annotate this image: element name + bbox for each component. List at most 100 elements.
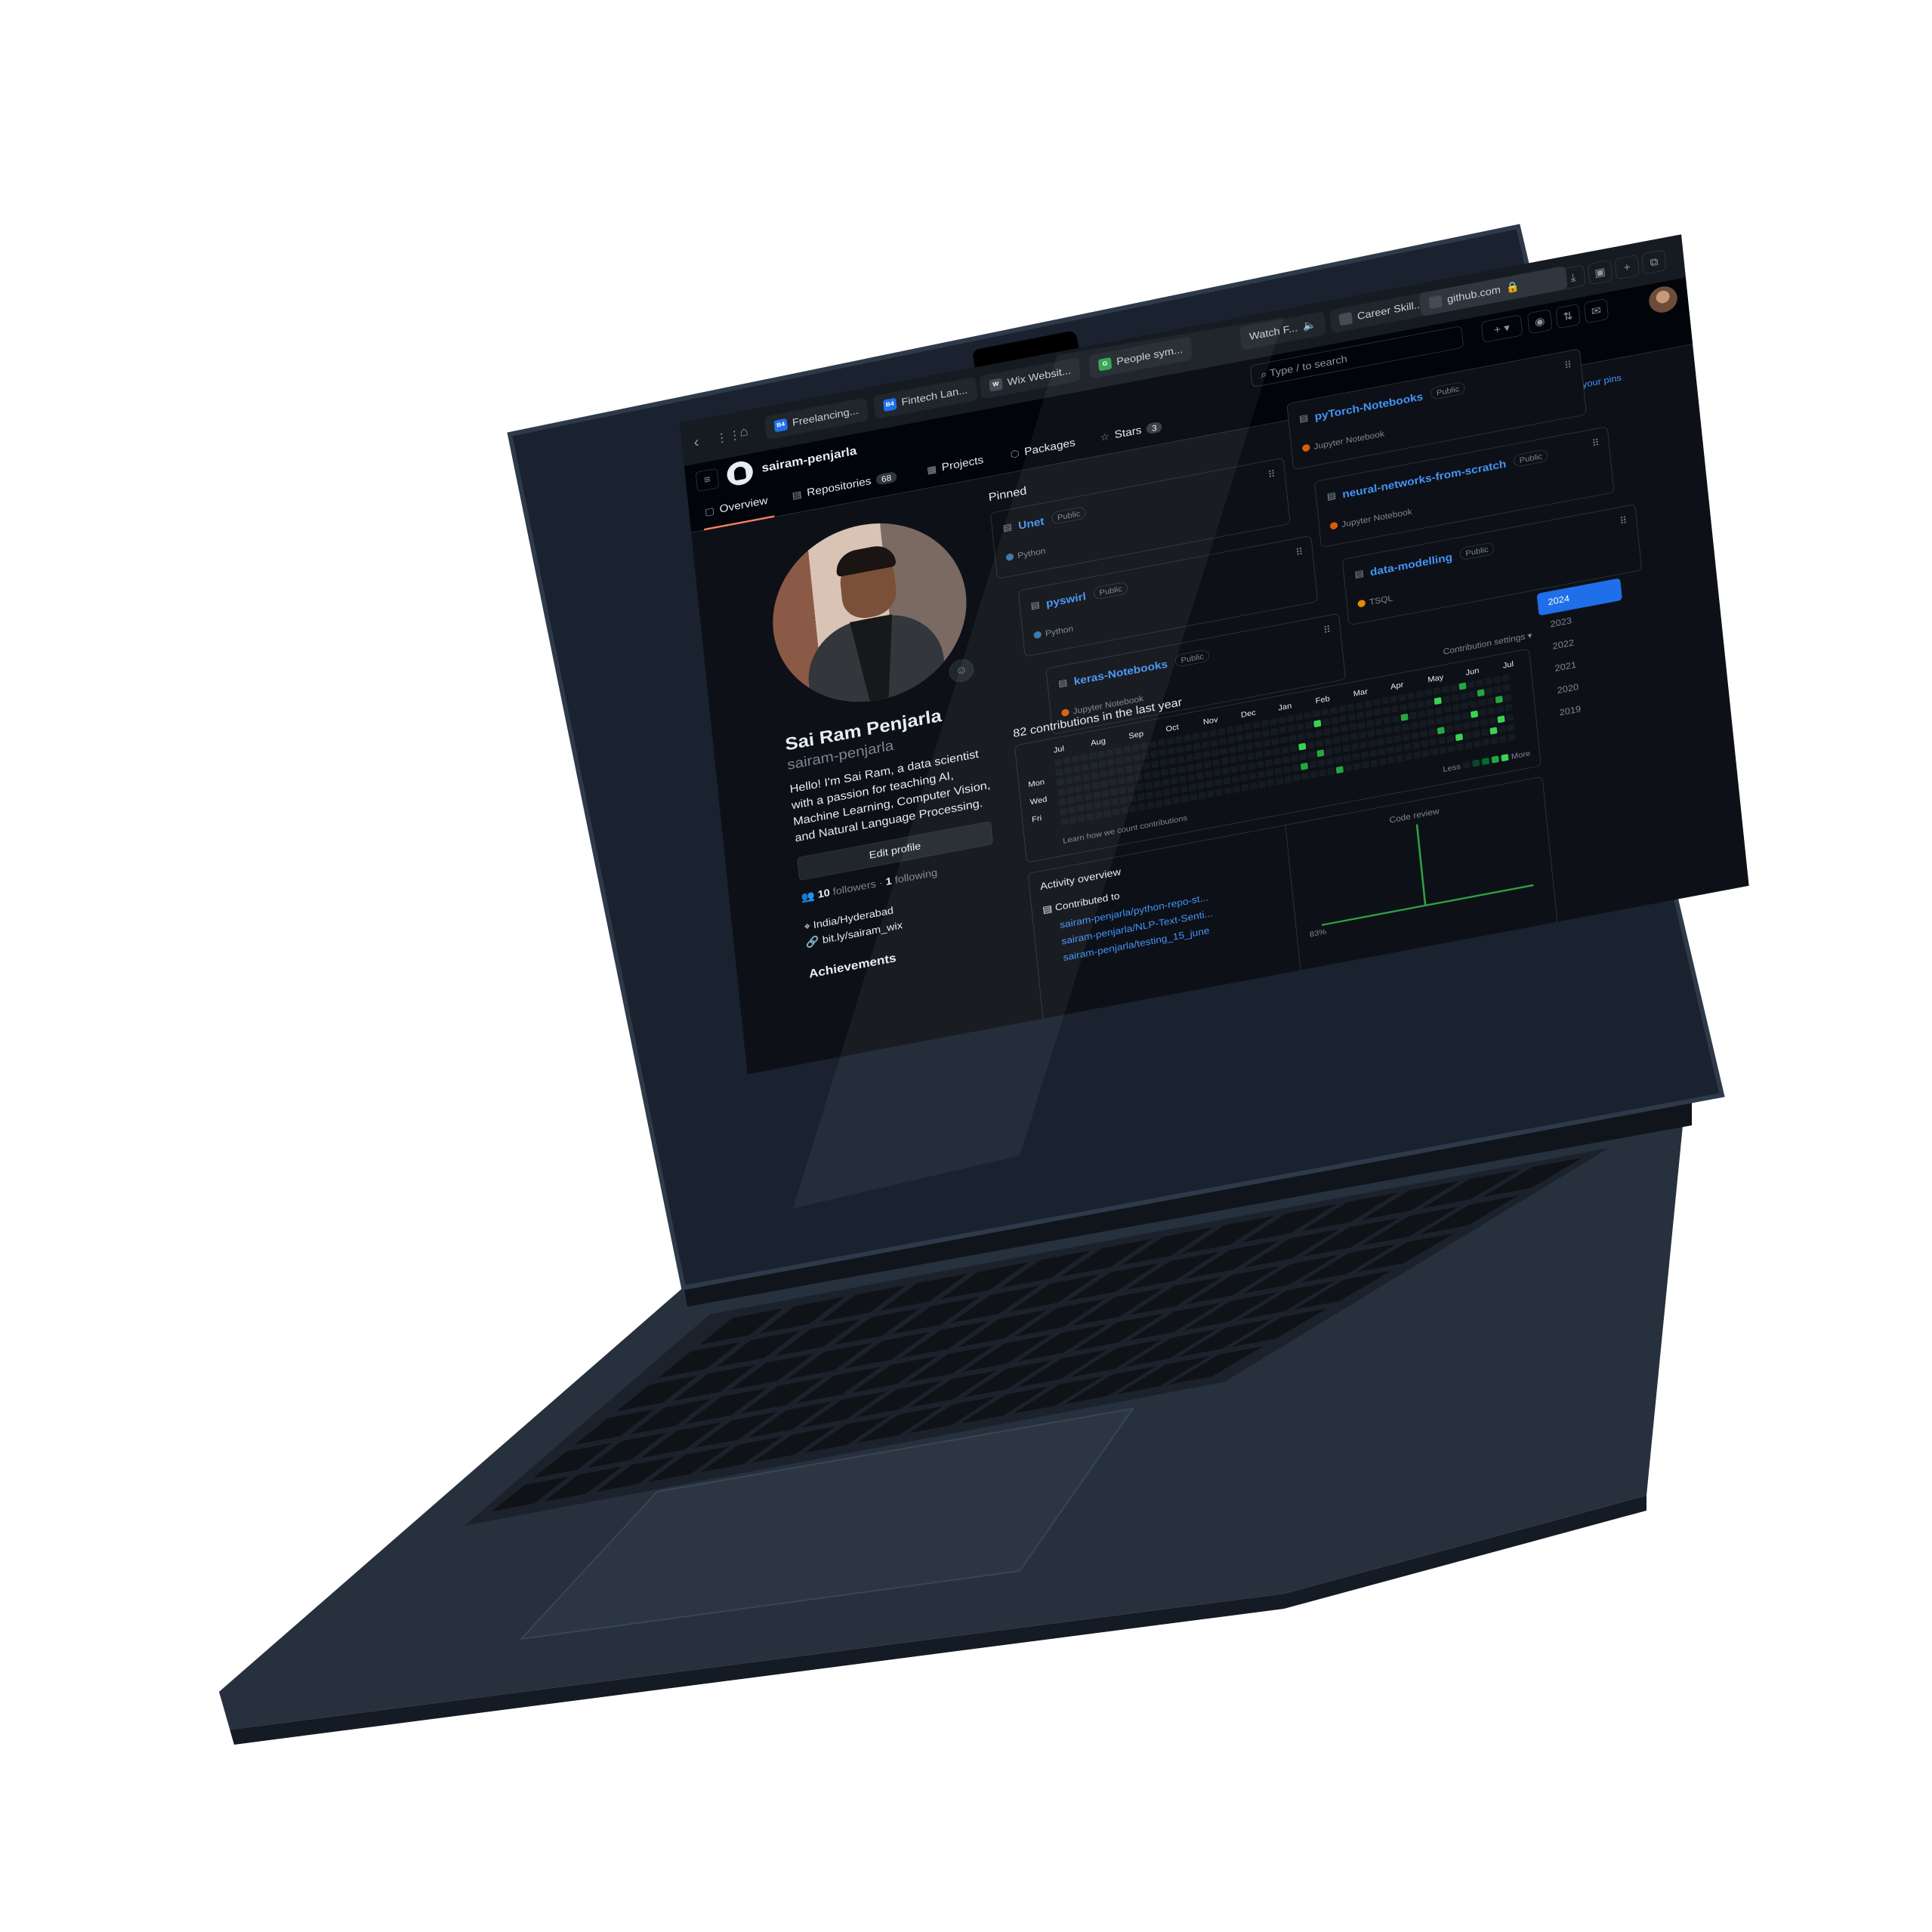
contribution-day[interactable] — [1080, 754, 1088, 761]
contribution-day[interactable] — [1170, 776, 1178, 785]
contribution-day[interactable] — [1194, 752, 1202, 761]
contribution-day[interactable] — [1159, 758, 1168, 767]
contribution-day[interactable] — [1350, 733, 1358, 741]
contribution-day[interactable] — [1103, 810, 1112, 817]
contribution-day[interactable] — [1064, 767, 1072, 775]
contribution-day[interactable] — [1153, 780, 1161, 788]
contribution-day[interactable] — [1088, 752, 1097, 760]
contribution-day[interactable] — [1398, 693, 1406, 702]
contribution-day[interactable] — [1121, 807, 1129, 814]
contribution-day[interactable] — [1221, 758, 1229, 765]
contribution-day[interactable] — [1224, 787, 1232, 795]
contribution-day[interactable] — [1377, 738, 1385, 746]
contribution-day[interactable] — [1210, 739, 1218, 747]
contribution-day[interactable] — [1353, 763, 1361, 770]
contribution-day[interactable] — [1101, 790, 1110, 798]
contribution-day[interactable] — [1453, 714, 1461, 721]
contribution-day[interactable] — [1271, 738, 1279, 745]
following-label[interactable]: following — [894, 867, 938, 886]
contribution-day[interactable] — [1091, 772, 1099, 779]
contribution-day[interactable] — [1085, 803, 1094, 811]
contribution-day[interactable] — [1356, 711, 1365, 720]
contribution-day[interactable] — [1261, 720, 1269, 727]
contribution-day[interactable] — [1369, 749, 1378, 758]
contribution-day[interactable] — [1430, 748, 1439, 756]
contribution-day[interactable] — [1367, 730, 1375, 738]
contribution-day[interactable] — [1375, 728, 1384, 736]
contribution-day[interactable] — [1083, 783, 1091, 791]
contribution-day[interactable] — [1324, 738, 1332, 745]
contribution-day[interactable] — [1193, 742, 1201, 750]
contribution-day[interactable] — [1164, 798, 1172, 806]
contribution-day[interactable] — [1169, 767, 1177, 775]
contribution-day[interactable] — [1056, 778, 1064, 786]
contribution-day[interactable] — [1143, 772, 1152, 779]
contribution-day[interactable] — [1499, 735, 1508, 743]
contribution-day[interactable] — [1292, 764, 1300, 772]
create-new-icon[interactable]: + ▾ — [1480, 314, 1523, 343]
contribution-day[interactable] — [1076, 795, 1084, 803]
set-status-smiley-icon[interactable]: ☺ — [948, 657, 975, 684]
contribution-day[interactable] — [1408, 702, 1416, 710]
contribution-day[interactable] — [1447, 745, 1455, 753]
contribution-day[interactable] — [1184, 734, 1192, 742]
contribution-day[interactable] — [1458, 682, 1467, 690]
contribution-day[interactable] — [1177, 755, 1185, 764]
issues-icon[interactable]: ◉ — [1526, 309, 1553, 335]
contribution-day[interactable] — [1261, 730, 1270, 737]
contribution-day[interactable] — [1076, 804, 1085, 813]
contribution-day[interactable] — [1463, 722, 1471, 730]
followers-label[interactable]: followers — [832, 878, 877, 897]
contribution-day[interactable] — [1180, 795, 1189, 803]
contribution-day[interactable] — [1304, 721, 1313, 730]
contribution-day[interactable] — [1231, 776, 1239, 783]
user-avatar[interactable] — [1647, 284, 1679, 316]
contribution-day[interactable] — [1152, 770, 1160, 778]
contribution-day[interactable] — [1289, 744, 1298, 752]
contribution-day[interactable] — [1072, 755, 1079, 763]
drag-handle-icon[interactable]: ⠿ — [1295, 546, 1304, 559]
contribution-day[interactable] — [1100, 780, 1109, 788]
contribution-day[interactable] — [1323, 728, 1331, 736]
contribution-day[interactable] — [1478, 699, 1486, 707]
contribution-day[interactable] — [1312, 710, 1320, 718]
contribution-day[interactable] — [1441, 685, 1449, 693]
contribution-day[interactable] — [1444, 715, 1452, 723]
contribution-day[interactable] — [1365, 710, 1373, 718]
contribution-day[interactable] — [1446, 725, 1454, 733]
contribution-day[interactable] — [1069, 816, 1077, 824]
contribution-day[interactable] — [1288, 724, 1296, 733]
contribution-day[interactable] — [1384, 727, 1393, 734]
contribution-day[interactable] — [1253, 731, 1261, 739]
contribution-day[interactable] — [1252, 721, 1261, 729]
contribution-day[interactable] — [1078, 814, 1086, 822]
contribution-day[interactable] — [1168, 757, 1176, 765]
contribution-day[interactable] — [1185, 754, 1193, 762]
contribution-day[interactable] — [1325, 748, 1333, 756]
download-icon[interactable]: ⤓ — [1560, 264, 1586, 290]
contribution-day[interactable] — [1412, 742, 1420, 749]
contribution-day[interactable] — [1421, 749, 1430, 758]
contribution-day[interactable] — [1331, 716, 1339, 724]
contribution-day[interactable] — [1464, 742, 1473, 749]
contribution-day[interactable] — [1456, 743, 1464, 752]
contribution-day[interactable] — [1066, 786, 1074, 795]
contribution-day[interactable] — [1358, 731, 1366, 739]
contribution-day[interactable] — [1270, 727, 1279, 736]
contribution-day[interactable] — [1451, 693, 1459, 702]
contribution-day[interactable] — [1319, 769, 1327, 777]
contribution-day[interactable] — [1157, 739, 1165, 747]
pinned-repo-name[interactable]: Unet — [1018, 515, 1045, 532]
contribution-day[interactable] — [1489, 717, 1497, 725]
contribution-day[interactable] — [1335, 756, 1343, 764]
contribution-day[interactable] — [1108, 768, 1116, 776]
contribution-day[interactable] — [1142, 762, 1150, 770]
contribution-day[interactable] — [1370, 759, 1378, 767]
contribution-day[interactable] — [1482, 738, 1490, 746]
contribution-day[interactable] — [1403, 733, 1411, 741]
contribution-day[interactable] — [1248, 762, 1256, 770]
contribution-day[interactable] — [1401, 723, 1409, 731]
contribution-day[interactable] — [1306, 731, 1314, 739]
contribution-day[interactable] — [1141, 752, 1150, 760]
pinned-repo-name[interactable]: keras-Notebooks — [1073, 658, 1168, 688]
